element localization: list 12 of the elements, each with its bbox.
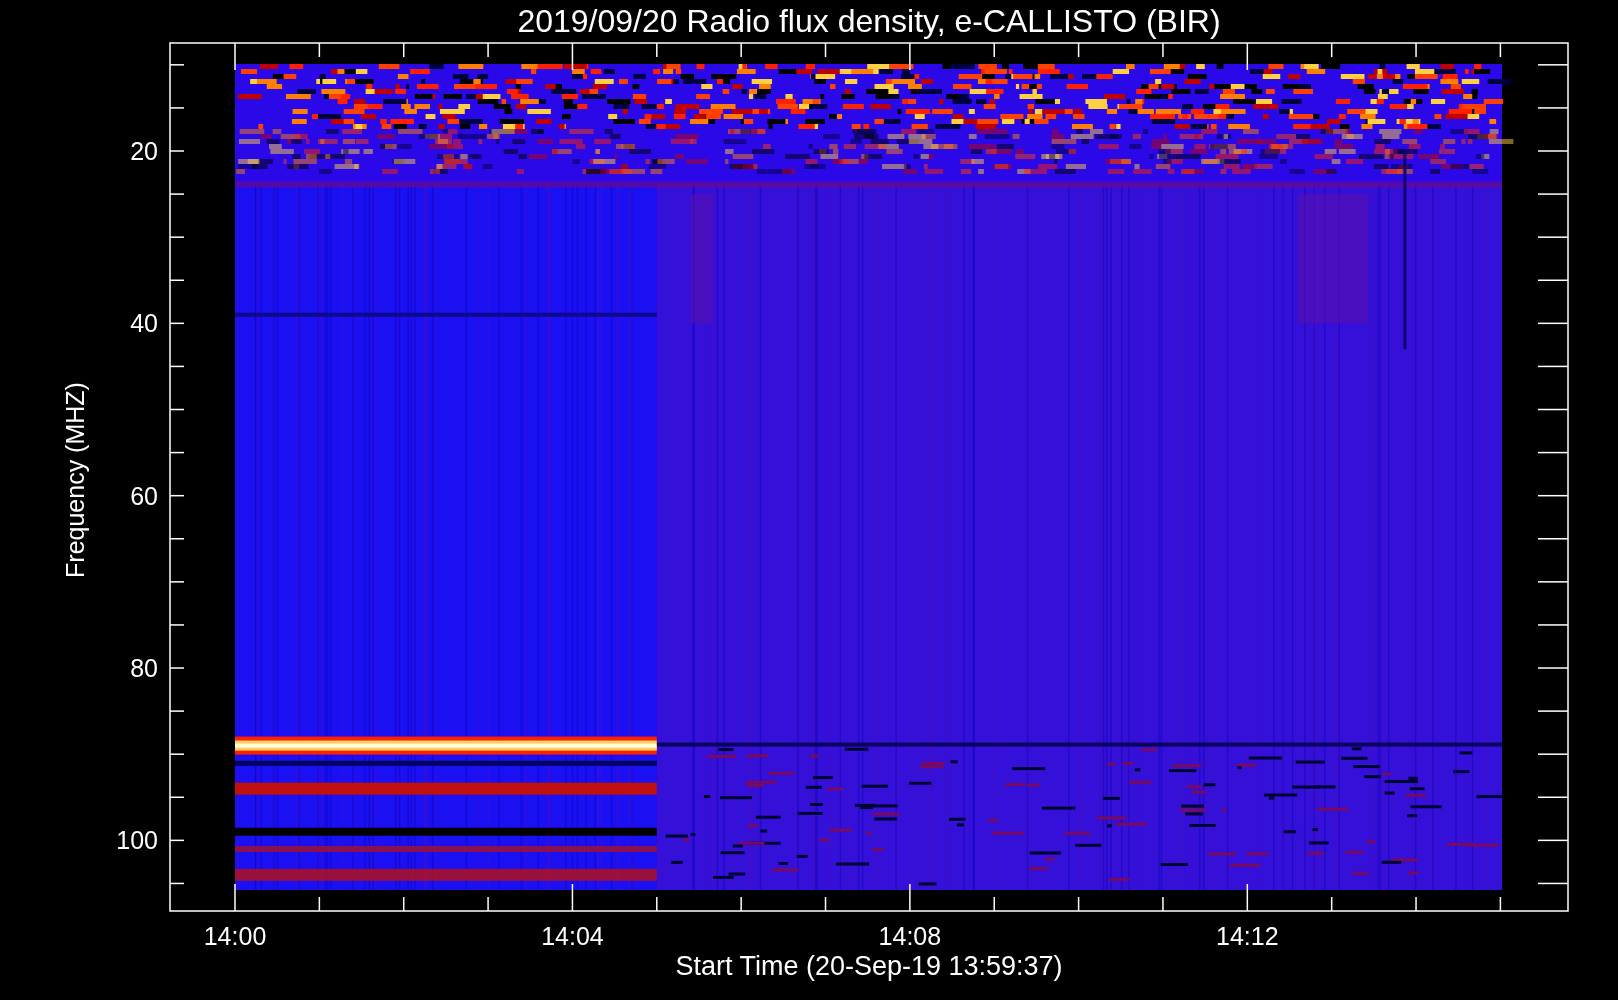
x-tick-label: 14:00 xyxy=(203,922,267,950)
y-axis-label: Frequency (MHZ) xyxy=(61,382,89,578)
x-tick-label: 14:08 xyxy=(878,922,942,950)
y-tick-label: 20 xyxy=(130,137,158,165)
y-tick-label: 80 xyxy=(130,654,158,682)
x-tick-label: 14:12 xyxy=(1216,922,1279,950)
x-axis-label: Start Time (20-Sep-19 13:59:37) xyxy=(675,951,1063,981)
x-tick-label: 14:04 xyxy=(541,922,604,950)
y-tick-label: 60 xyxy=(130,481,158,510)
y-tick-label: 100 xyxy=(116,826,158,855)
y-tick-label: 40 xyxy=(130,309,158,338)
plot-title: 2019/09/20 Radio flux density, e-CALLISTO (BIR) xyxy=(517,3,1221,39)
